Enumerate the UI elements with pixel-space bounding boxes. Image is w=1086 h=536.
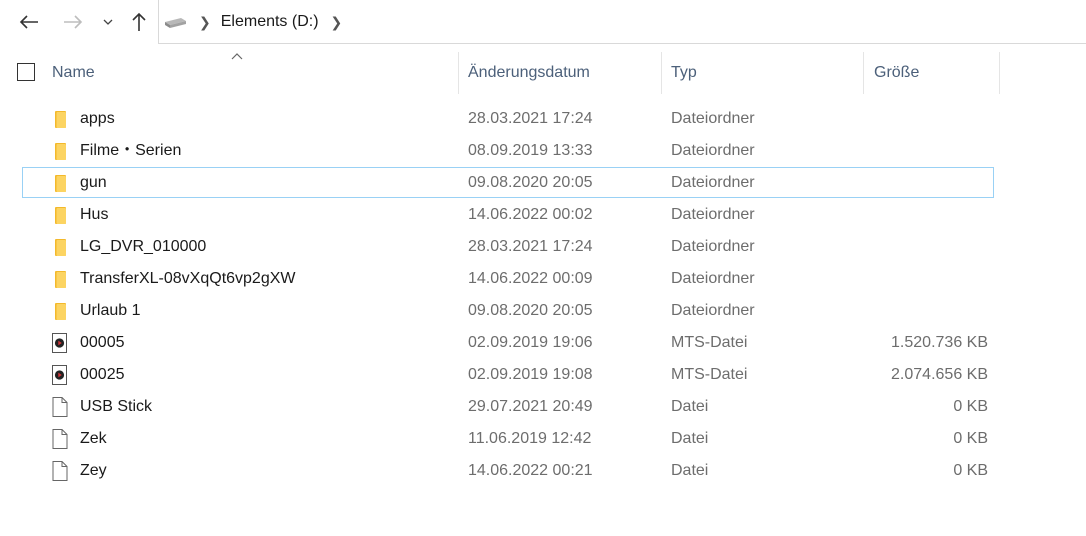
- file-date: 02.09.2019 19:08: [468, 366, 593, 383]
- file-row[interactable]: Filme・Serien 08.09.2019 13:33 Dateiordne…: [22, 136, 994, 166]
- file-row[interactable]: LG_DVR_010000 28.03.2021 17:24 Dateiordn…: [22, 232, 994, 262]
- column-size[interactable]: Größe: [874, 52, 994, 94]
- file-name: Filme・Serien: [80, 142, 182, 159]
- file-type: Dateiordner: [671, 142, 755, 159]
- file-row[interactable]: apps 28.03.2021 17:24 Dateiordner: [22, 104, 994, 134]
- folder-icon: [50, 108, 70, 130]
- arrow-right-icon: [64, 15, 83, 29]
- folder-icon: [50, 236, 70, 258]
- file-size: 0 KB: [953, 430, 988, 447]
- file-date: 08.09.2019 13:33: [468, 142, 593, 159]
- chevron-right-icon[interactable]: ❯: [331, 15, 343, 29]
- file-type: MTS-Datei: [671, 366, 748, 383]
- chevron-right-icon[interactable]: ❯: [199, 15, 211, 29]
- file-row[interactable]: Zek 11.06.2019 12:42 Datei 0 KB: [22, 424, 994, 454]
- file-row[interactable]: 00005 02.09.2019 19:06 MTS-Datei 1.520.7…: [22, 328, 994, 358]
- file-type: Dateiordner: [671, 270, 755, 287]
- file-type: Datei: [671, 430, 709, 447]
- file-type: Dateiordner: [671, 238, 755, 255]
- column-divider[interactable]: [661, 52, 662, 94]
- file-type: Dateiordner: [671, 174, 755, 191]
- up-button[interactable]: [126, 6, 152, 38]
- file-name: apps: [80, 110, 115, 127]
- file-date: 09.08.2020 20:05: [468, 302, 593, 319]
- file-row[interactable]: TransferXL-08vXqQt6vp2gXW 14.06.2022 00:…: [22, 264, 994, 294]
- file-row[interactable]: Urlaub 1 09.08.2020 20:05 Dateiordner: [22, 296, 994, 326]
- column-modified[interactable]: Änderungsdatum: [468, 52, 658, 94]
- file-icon: [50, 396, 70, 418]
- file-size: 0 KB: [953, 462, 988, 479]
- arrow-left-icon: [19, 15, 38, 29]
- file-date: 28.03.2021 17:24: [468, 238, 593, 255]
- file-name: gun: [80, 174, 107, 191]
- recent-locations-button[interactable]: [98, 6, 118, 38]
- chevron-down-icon: [103, 19, 113, 25]
- arrow-up-icon: [132, 12, 146, 31]
- file-type: Datei: [671, 462, 709, 479]
- file-type: MTS-Datei: [671, 334, 748, 351]
- file-name: TransferXL-08vXqQt6vp2gXW: [80, 270, 296, 287]
- file-name: Urlaub 1: [80, 302, 141, 319]
- file-type: Dateiordner: [671, 110, 755, 127]
- file-size: 0 KB: [953, 398, 988, 415]
- file-row-focused[interactable]: gun 09.08.2020 20:05 Dateiordner: [22, 167, 994, 198]
- column-divider[interactable]: [458, 52, 459, 94]
- file-date: 09.08.2020 20:05: [468, 174, 593, 191]
- navigation-bar: ❯ Elements (D:) ❯: [0, 0, 1086, 44]
- file-size: 2.074.656 KB: [891, 366, 988, 383]
- file-type: Dateiordner: [671, 302, 755, 319]
- file-name: LG_DVR_010000: [80, 238, 207, 255]
- file-name: 00005: [80, 334, 125, 351]
- breadcrumb-drive[interactable]: Elements (D:): [221, 13, 319, 31]
- column-name[interactable]: Name: [52, 52, 452, 94]
- folder-icon: [50, 204, 70, 226]
- column-divider[interactable]: [999, 52, 1000, 94]
- file-row[interactable]: Hus 14.06.2022 00:02 Dateiordner: [22, 200, 994, 230]
- file-date: 29.07.2021 20:49: [468, 398, 593, 415]
- video-file-icon: [50, 364, 70, 386]
- file-date: 14.06.2022 00:09: [468, 270, 593, 287]
- video-file-icon: [50, 332, 70, 354]
- file-icon: [50, 428, 70, 450]
- file-row[interactable]: Zey 14.06.2022 00:21 Datei 0 KB: [22, 456, 994, 486]
- folder-icon: [50, 268, 70, 290]
- file-date: 02.09.2019 19:06: [468, 334, 593, 351]
- file-date: 28.03.2021 17:24: [468, 110, 593, 127]
- address-bar[interactable]: ❯ Elements (D:) ❯: [158, 0, 1086, 44]
- forward-button[interactable]: [58, 6, 88, 38]
- column-header: Name Änderungsdatum Typ Größe: [0, 52, 1086, 94]
- file-date: 14.06.2022 00:21: [468, 462, 593, 479]
- column-type[interactable]: Typ: [671, 52, 856, 94]
- file-name: 00025: [80, 366, 125, 383]
- file-name: Zek: [80, 430, 107, 447]
- file-type: Datei: [671, 398, 709, 415]
- file-row[interactable]: USB Stick 29.07.2021 20:49 Datei 0 KB: [22, 392, 994, 422]
- back-button[interactable]: [14, 6, 44, 38]
- drive-icon: [163, 14, 187, 30]
- file-row[interactable]: 00025 02.09.2019 19:08 MTS-Datei 2.074.6…: [22, 360, 994, 390]
- file-name: Hus: [80, 206, 109, 223]
- file-icon: [50, 460, 70, 482]
- file-type: Dateiordner: [671, 206, 755, 223]
- folder-icon: [50, 172, 70, 194]
- file-name: USB Stick: [80, 398, 153, 415]
- folder-icon: [50, 140, 70, 162]
- file-size: 1.520.736 KB: [891, 334, 988, 351]
- file-date: 11.06.2019 12:42: [468, 430, 592, 447]
- file-name: Zey: [80, 462, 107, 479]
- column-divider[interactable]: [863, 52, 864, 94]
- folder-icon: [50, 300, 70, 322]
- select-all-checkbox[interactable]: [17, 63, 35, 81]
- file-date: 14.06.2022 00:02: [468, 206, 593, 223]
